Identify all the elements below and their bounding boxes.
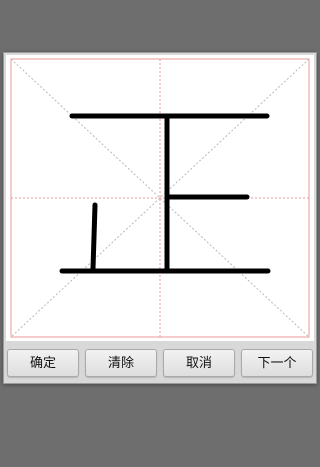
cancel-button[interactable]: 取消 — [163, 349, 235, 377]
confirm-button[interactable]: 确定 — [7, 349, 79, 377]
clear-button[interactable]: 清除 — [85, 349, 157, 377]
tianzige-grid — [10, 58, 310, 338]
handwritten-strokes — [59, 113, 271, 274]
stroke-left-vertical — [90, 202, 98, 272]
next-button[interactable]: 下一个 — [241, 349, 313, 377]
handwriting-dialog: 确定 清除 取消 下一个 — [3, 52, 317, 384]
handwriting-canvas[interactable] — [6, 55, 314, 341]
button-bar: 确定 清除 取消 下一个 — [4, 343, 316, 383]
